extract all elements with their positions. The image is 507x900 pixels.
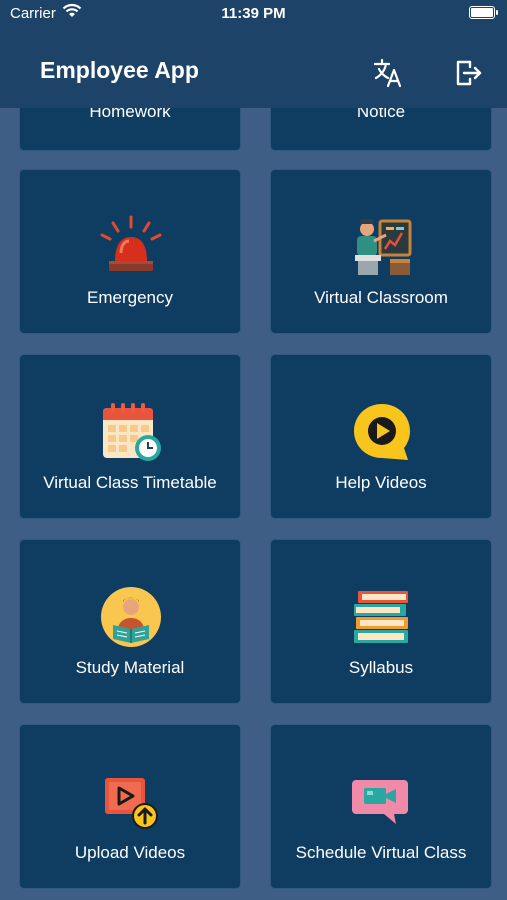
status-bar: Carrier 11:39 PM	[0, 0, 507, 28]
tile-help-videos[interactable]: Help Videos	[270, 354, 492, 519]
teacher-board-icon	[355, 219, 412, 275]
book-stack-icon	[354, 591, 408, 643]
tile-syllabus[interactable]: Syllabus	[270, 539, 492, 704]
status-time: 11:39 PM	[221, 5, 286, 22]
translate-icon[interactable]	[373, 58, 403, 88]
tile-virtual-classroom[interactable]: Virtual Classroom	[270, 169, 492, 334]
tile-upload-videos[interactable]: Upload Videos	[19, 724, 241, 889]
tile-label: Help Videos	[335, 473, 427, 492]
tile-label: Emergency	[87, 288, 173, 307]
menu-grid: Homework Notice Emergency Virtual Classr…	[0, 0, 507, 900]
play-chat-icon	[354, 404, 410, 460]
logout-icon[interactable]	[453, 58, 483, 88]
tile-label: Virtual Classroom	[314, 288, 448, 307]
emergency-siren-icon	[100, 215, 162, 271]
tile-label: Virtual Class Timetable	[43, 473, 217, 492]
tile-study-material[interactable]: Study Material	[19, 539, 241, 704]
tile-emergency[interactable]: Emergency	[19, 169, 241, 334]
page-title: Employee App	[40, 57, 199, 83]
tile-virtual-class-timetable[interactable]: Virtual Class Timetable	[19, 354, 241, 519]
battery-icon	[469, 6, 498, 19]
tile-label: Study Material	[75, 658, 185, 677]
tile-label: Upload Videos	[74, 843, 186, 862]
tile-label: Syllabus	[348, 658, 414, 677]
video-chat-icon	[352, 780, 408, 824]
calendar-clock-icon	[103, 403, 161, 461]
tile-schedule-virtual-class[interactable]: Schedule Virtual Class	[270, 724, 492, 889]
student-reading-icon	[101, 587, 161, 647]
app-header: Carrier 11:39 PM Employee App	[0, 0, 507, 108]
tile-label: Schedule Virtual Class	[295, 843, 467, 862]
video-upload-icon	[105, 778, 158, 829]
